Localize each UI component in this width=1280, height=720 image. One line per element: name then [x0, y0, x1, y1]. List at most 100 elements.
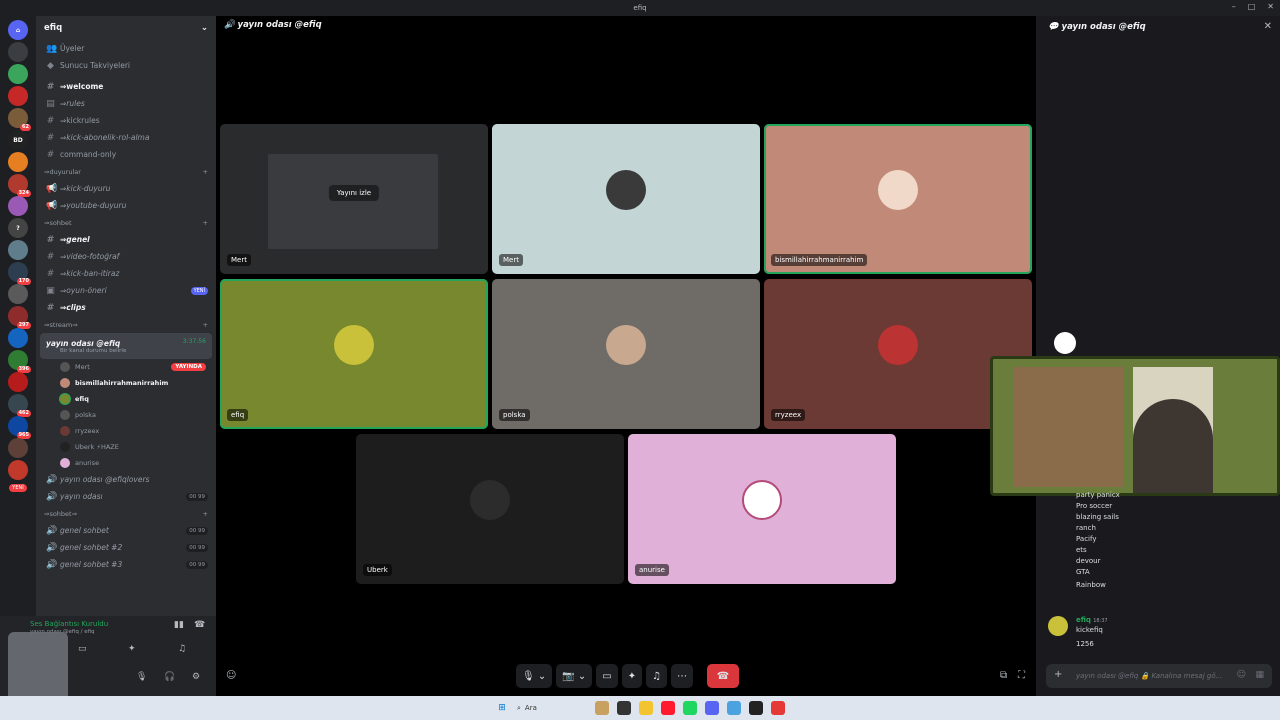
server-icon[interactable]: 170 — [8, 262, 31, 285]
home-icon[interactable]: ⌂ — [8, 20, 28, 40]
voice-channel[interactable]: 🔊 yayın odası 00 99 — [36, 488, 216, 505]
stream-tile[interactable]: Yayını izle Mert — [220, 124, 488, 274]
minimize-icon[interactable]: – — [1232, 2, 1236, 11]
participant-tile[interactable]: Uberk — [356, 434, 624, 584]
plus-icon[interactable]: + — [1054, 669, 1062, 680]
plus-icon[interactable]: + — [203, 168, 208, 176]
plus-icon[interactable]: + — [203, 219, 208, 227]
close-chat-icon[interactable]: ✕ — [1264, 21, 1272, 32]
server-icon[interactable] — [8, 372, 28, 392]
voice-user[interactable]: rryzeex — [36, 423, 216, 439]
invite-icon[interactable]: ☺ — [226, 670, 236, 681]
message-input[interactable]: + yayın odası @efiq 🔒 Kanalına mesaj gö.… — [1046, 664, 1272, 688]
server-icon[interactable]: ? — [8, 218, 28, 238]
more-button[interactable]: ⋯ — [671, 664, 694, 688]
close-icon[interactable]: ✕ — [1267, 2, 1274, 11]
headphones-icon[interactable]: 🎧 — [164, 672, 175, 682]
apps-icon[interactable]: ▦ — [1255, 670, 1264, 680]
screen-share-button[interactable]: ▭ — [596, 664, 618, 688]
server-icon[interactable] — [8, 438, 28, 458]
participant-tile[interactable]: polska — [492, 279, 760, 429]
server-icon[interactable]: 462 — [8, 394, 31, 417]
server-icon[interactable]: 965 — [8, 416, 31, 439]
server-icon[interactable] — [8, 64, 28, 84]
plus-icon[interactable]: + — [203, 510, 208, 518]
server-icon[interactable] — [8, 284, 28, 304]
active-voice-channel[interactable]: yayın odası @efiq Bir kanal durumu belir… — [40, 333, 212, 359]
stream-preview[interactable] — [8, 632, 68, 702]
settings-icon[interactable] — [727, 701, 741, 715]
server-icon[interactable]: 396 — [8, 350, 31, 373]
voice-user[interactable]: bismillahirrahmanirrahim — [36, 375, 216, 391]
server-icon[interactable]: BD — [8, 130, 28, 150]
channel-clips[interactable]: # ⇒clips — [36, 299, 216, 316]
server-icon[interactable]: 297 — [8, 306, 31, 329]
category-stream[interactable]: ⇒stream⇒ + — [36, 316, 216, 333]
plus-icon[interactable]: + — [203, 321, 208, 329]
channel-video-fotograf[interactable]: # ⇒video-fotoğraf — [36, 248, 216, 265]
sidebar-item-members[interactable]: 👥 Üyeler — [36, 40, 216, 57]
spotify-icon[interactable] — [683, 701, 697, 715]
fullscreen-icon[interactable]: ⛶ — [1018, 670, 1025, 681]
channel-kick-ban-itiraz[interactable]: # ⇒kick-ban-itiraz — [36, 265, 216, 282]
voice-user[interactable]: Mert YAYINDA — [36, 359, 216, 375]
sidebar-item-boosts[interactable]: ◆ Sunucu Takviyeleri — [36, 57, 216, 74]
server-header[interactable]: efiq ⌄ — [36, 16, 216, 40]
widget-icon[interactable] — [595, 701, 609, 715]
taskbar-search[interactable]: ⌕ Ara — [517, 704, 587, 713]
emoji-icon[interactable]: ☺ — [1237, 670, 1246, 680]
soundboard-icon[interactable]: ♫ — [178, 644, 186, 654]
channel-genel[interactable]: # ⇒genel — [36, 231, 216, 248]
server-icon[interactable] — [8, 460, 28, 480]
channel-oyun-oneri[interactable]: ▣ ⇒oyun-öneri YENİ — [36, 282, 216, 299]
channel-kickrules[interactable]: # ⇒kickrules — [36, 112, 216, 129]
voice-channel[interactable]: 🔊 genel sohbet #3 00 99 — [36, 556, 216, 573]
category-voice[interactable]: ⇒sohbet⇒ + — [36, 505, 216, 522]
soundboard-button[interactable]: ♫ — [646, 664, 668, 688]
voice-channel[interactable]: 🔊 genel sohbet 00 99 — [36, 522, 216, 539]
disconnect-icon[interactable]: ☎ — [194, 620, 205, 630]
voice-channel[interactable]: 🔊 yayın odası @efiqlovers — [36, 471, 216, 488]
server-icon[interactable] — [8, 196, 28, 216]
voice-user[interactable]: efiq — [36, 391, 216, 407]
microphone-icon[interactable]: 🎙 — [136, 672, 147, 682]
voice-channel[interactable]: 🔊 genel sohbet #2 00 99 — [36, 539, 216, 556]
watch-stream-button[interactable]: Yayını izle — [328, 185, 380, 201]
participant-tile[interactable]: Mert — [492, 124, 760, 274]
opera-icon[interactable] — [661, 701, 675, 715]
maximize-icon[interactable]: □ — [1248, 2, 1256, 11]
voice-user[interactable]: Uberk ⚡HAZE — [36, 439, 216, 455]
server-icon[interactable] — [8, 328, 28, 348]
microphone-button[interactable]: 🎙 ⌄ — [516, 664, 553, 688]
channel-kick-duyuru[interactable]: 📢 ⇒kick-duyuru — [36, 180, 216, 197]
voice-user[interactable]: anurise — [36, 455, 216, 471]
channel-command-only[interactable]: # command-only — [36, 146, 216, 163]
disconnect-button[interactable]: ☎ — [707, 664, 740, 688]
channel-rules[interactable]: ▤ ⇒rules — [36, 95, 216, 112]
camera-button[interactable]: 📷 ⌄ — [556, 664, 593, 688]
channel-welcome[interactable]: # ⇒welcome — [36, 78, 216, 95]
server-icon[interactable] — [8, 152, 28, 172]
message-author[interactable]: efiq — [1076, 616, 1091, 624]
app-icon[interactable] — [749, 701, 763, 715]
app-icon[interactable] — [771, 701, 785, 715]
gear-icon[interactable]: ⚙ — [192, 672, 200, 682]
activity-icon[interactable]: ✦ — [128, 644, 136, 654]
screen-share-icon[interactable]: ▭ — [78, 644, 87, 654]
server-icon[interactable]: 62 — [8, 108, 31, 131]
discord-icon[interactable] — [705, 701, 719, 715]
new-badge[interactable]: YENİ — [9, 484, 27, 492]
category-duyurular[interactable]: ⇒duyurular + — [36, 163, 216, 180]
channel-youtube-duyuru[interactable]: 📢 ⇒youtube-duyuru — [36, 197, 216, 214]
server-icon[interactable] — [8, 42, 28, 62]
server-icon[interactable] — [8, 240, 28, 260]
voice-user[interactable]: polska — [36, 407, 216, 423]
server-icon[interactable] — [8, 86, 28, 106]
server-icon[interactable]: 324 — [8, 174, 31, 197]
participant-tile[interactable]: bismillahirrahmanirrahim — [764, 124, 1032, 274]
participant-tile[interactable]: anurise — [628, 434, 896, 584]
category-sohbet[interactable]: ⇒sohbet + — [36, 214, 216, 231]
explorer-icon[interactable] — [639, 701, 653, 715]
popout-icon[interactable]: ⧉ — [1000, 670, 1007, 681]
windows-start-icon[interactable]: ⊞ — [495, 701, 509, 715]
